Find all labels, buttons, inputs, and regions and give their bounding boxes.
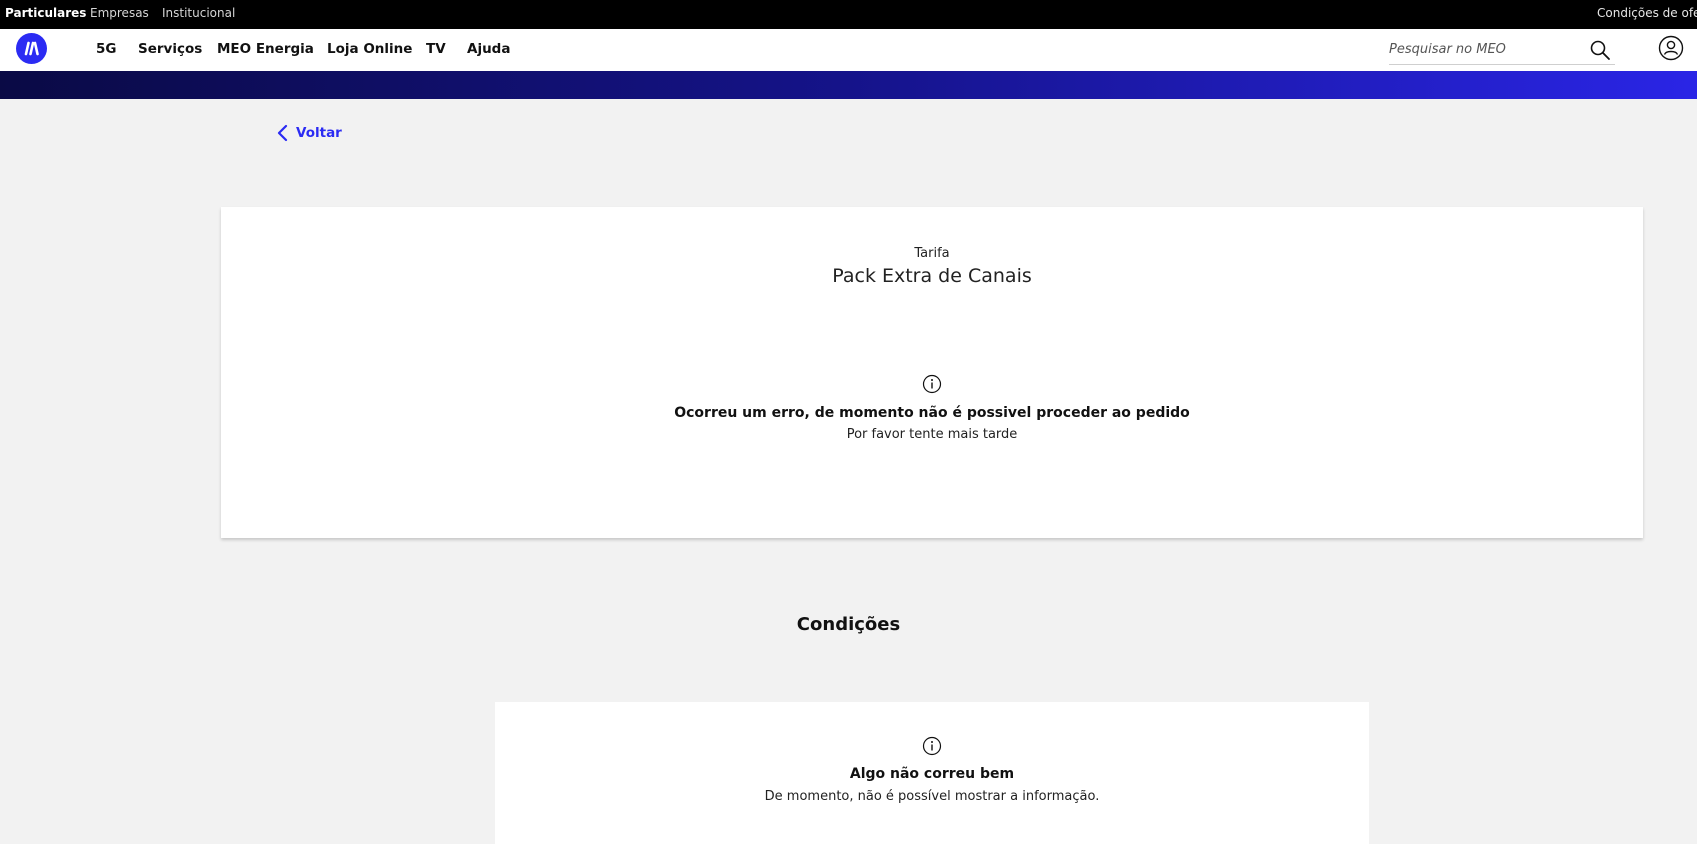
meo-logo-icon xyxy=(24,41,39,56)
main-navbar: 5G Serviços MEO Energia Loja Online TV A… xyxy=(0,29,1697,71)
nav-servicos[interactable]: Serviços xyxy=(138,41,202,57)
back-link[interactable]: Voltar xyxy=(276,124,342,142)
info-icon xyxy=(922,374,942,394)
search-icon[interactable] xyxy=(1589,39,1611,61)
error-title: Ocorreu um erro, de momento não é possiv… xyxy=(674,405,1190,421)
tariff-label: Tarifa xyxy=(914,246,950,261)
tariff-card: Tarifa Pack Extra de Canais Ocorreu um e… xyxy=(221,207,1643,538)
meo-logo[interactable] xyxy=(16,33,47,64)
nav-tv[interactable]: TV xyxy=(426,41,446,57)
tariff-name: Pack Extra de Canais xyxy=(832,265,1032,287)
segment-bar: Particulares Empresas Institucional Cond… xyxy=(0,0,1697,29)
nav-ajuda[interactable]: Ajuda xyxy=(467,41,510,57)
segment-institucional[interactable]: Institucional xyxy=(162,6,235,20)
info-icon xyxy=(922,736,942,756)
conditions-error-title: Algo não correu bem xyxy=(849,766,1015,782)
back-link-label: Voltar xyxy=(296,125,342,141)
error-subtitle: Por favor tente mais tarde xyxy=(846,427,1018,442)
search-box xyxy=(1389,35,1615,65)
conditions-heading: Condições xyxy=(796,614,901,635)
segment-empresas[interactable]: Empresas xyxy=(90,6,149,20)
nav-meo-energia[interactable]: MEO Energia xyxy=(217,41,314,57)
user-account-icon[interactable] xyxy=(1658,35,1684,61)
nav-loja-online[interactable]: Loja Online xyxy=(327,41,412,57)
conditions-card: Algo não correu bem De momento, não é po… xyxy=(495,702,1369,844)
chevron-left-icon xyxy=(277,124,288,142)
segment-particulares[interactable]: Particulares xyxy=(5,6,86,20)
hero-banner xyxy=(0,71,1697,99)
conditions-offer-link[interactable]: Condições de ofert xyxy=(1597,6,1697,20)
nav-5g[interactable]: 5G xyxy=(96,41,116,57)
conditions-error-subtitle: De momento, não é possível mostrar a inf… xyxy=(764,789,1100,804)
search-input[interactable] xyxy=(1389,39,1579,59)
